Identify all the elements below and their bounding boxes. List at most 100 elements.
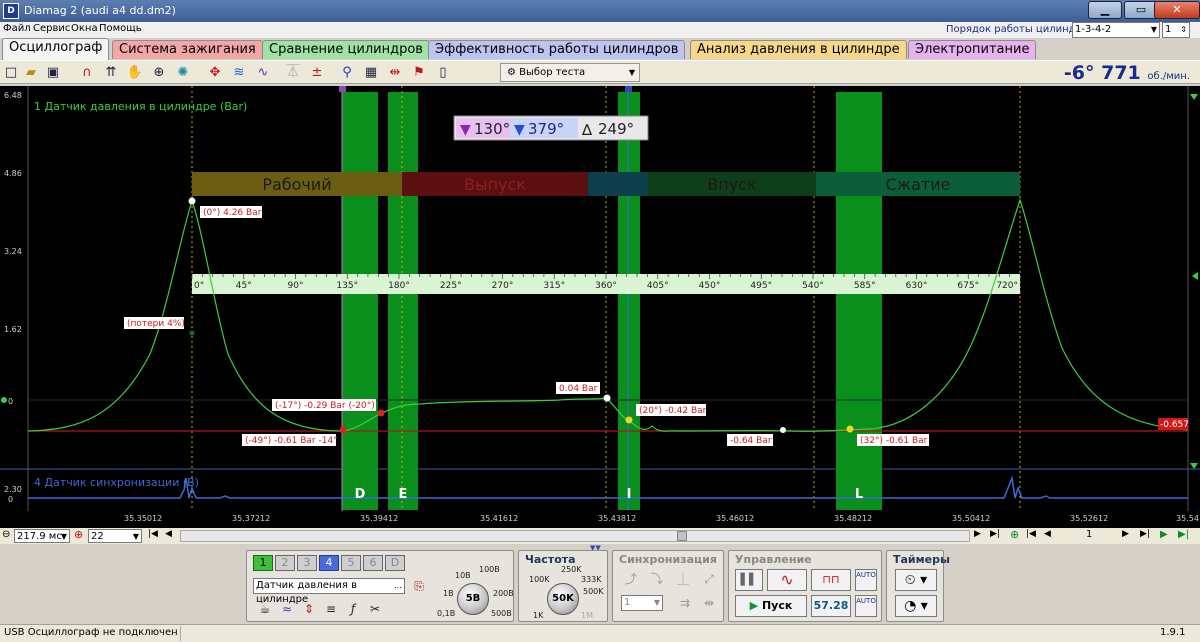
loss-point[interactable] (189, 330, 195, 336)
start-button[interactable]: ▶ Пуск (735, 595, 807, 617)
channel-1-button[interactable]: 1 (253, 555, 273, 571)
channel-3-button[interactable]: 3 (297, 555, 317, 571)
sync-edge-icon[interactable]: ⏊ (673, 569, 693, 589)
sync-channel-select[interactable]: 1 ▼ (621, 595, 663, 611)
page-first-icon[interactable]: |◀ (1026, 529, 1036, 539)
tab-oscilloscope[interactable]: Осциллограф (2, 38, 110, 60)
cylinder-order-select[interactable]: 1-3-4-2 ▼ (1072, 22, 1160, 38)
bottom-level-handle[interactable] (1190, 463, 1198, 469)
right-level-handle[interactable] (1192, 272, 1198, 280)
split-icon[interactable]: ⇹ (386, 64, 404, 82)
cursor-filter-icon[interactable]: ⚲ (338, 64, 356, 82)
sync-auto-icon[interactable]: ⤢ (699, 569, 719, 589)
cursor-icon[interactable]: ⇈ (102, 64, 120, 82)
channel-2-button[interactable]: 2 (275, 555, 295, 571)
pulse-mode-button[interactable]: ⊓⊓ (811, 569, 851, 591)
channel-6-button[interactable]: 6 (363, 555, 383, 571)
channel-4-button[interactable]: 4 (319, 555, 339, 571)
cylinder-spin[interactable]: 1 ⇕ (1162, 22, 1190, 38)
open-folder-icon[interactable]: ▰ (22, 64, 40, 82)
timebase-select[interactable]: 217.9 мс ▼ (14, 529, 70, 543)
tab-cylinder-compare[interactable]: Сравнение цилиндров (262, 40, 430, 59)
sync-shift-icon[interactable]: ⇹ (699, 593, 719, 613)
new-file-icon[interactable]: □ (2, 64, 20, 82)
scrollbar-thumb[interactable] (677, 531, 687, 541)
grid-icon[interactable]: ▦ (362, 64, 380, 82)
tools-icon[interactable]: ✂ (365, 599, 385, 619)
sensor-settings-icon[interactable]: ⎘ (409, 576, 429, 596)
top-level-handle[interactable] (1190, 94, 1198, 100)
point-p4[interactable] (625, 416, 633, 424)
channel-5-button[interactable]: 5 (341, 555, 361, 571)
play-icon[interactable]: ▶ (1160, 529, 1168, 540)
sensor-select[interactable]: Датчик давления в цилиндре … (253, 578, 405, 605)
page-last-icon[interactable]: ▶| (1140, 529, 1150, 539)
page-next-icon[interactable]: ▶ (1122, 529, 1129, 539)
invert-icon[interactable]: ≈ (277, 599, 297, 619)
zoom-out-icon[interactable]: ⊖ (2, 529, 10, 540)
sync-rise-icon[interactable]: ⤴ (621, 569, 641, 589)
close-button[interactable]: ✕ (1154, 1, 1200, 19)
auto-run-button[interactable]: AUTO (855, 595, 877, 617)
next-page-icon[interactable]: ▶ (974, 529, 981, 539)
probe-icon[interactable]: ∩ (78, 64, 96, 82)
cap-icon[interactable]: ☕ (255, 599, 275, 619)
hand-icon[interactable]: ✋ (126, 64, 144, 82)
prev-page-icon[interactable]: ◀ (165, 529, 172, 539)
oscilloscope-display[interactable]: Рабочий Выпуск Впуск Сжатие 0° 45° 90° 135°… (0, 86, 1200, 511)
zero-icon[interactable]: ± (308, 64, 326, 82)
cursor-1-handle[interactable] (339, 86, 346, 92)
page-prev-icon[interactable]: ◀ (1044, 529, 1051, 539)
point-p2[interactable] (339, 426, 347, 434)
point-p3[interactable] (603, 394, 611, 402)
overlay-icon[interactable]: ∿ (254, 64, 272, 82)
flag-icon[interactable]: ⚑ (410, 64, 428, 82)
filter-icon[interactable]: ✺ (174, 64, 192, 82)
zoom-icon[interactable]: ⊕ (150, 64, 168, 82)
last-page-icon[interactable]: ▶| (990, 529, 1000, 539)
volt-scale-knob[interactable]: 5В (457, 583, 489, 615)
zoom-select[interactable]: 22 ▼ (88, 529, 142, 543)
channel-1-offset-handle[interactable] (1, 397, 7, 403)
cursor-2-handle[interactable] (625, 86, 632, 92)
sync-level-icon[interactable]: ⇉ (675, 593, 695, 613)
timer-2-button[interactable]: ◔ ▾ (895, 595, 937, 617)
tab-power-supply[interactable]: Электропитание (908, 40, 1037, 59)
menu-windows[interactable]: Окна (71, 23, 98, 34)
zoom-in-icon[interactable]: ⊕ (74, 528, 83, 541)
y-label-4-86: 4.86 (4, 169, 22, 178)
function-icon[interactable]: ƒ (343, 599, 363, 619)
menu-file[interactable]: Файл (3, 23, 31, 34)
maximize-button[interactable]: ▭ (1124, 1, 1158, 19)
pause-button[interactable]: ▌▌ (735, 569, 763, 591)
test-select[interactable]: ⚙ Выбор теста ▼ (500, 63, 640, 82)
point-p6[interactable] (846, 425, 854, 433)
sine-mode-button[interactable]: ∿ (767, 569, 807, 591)
peak-point[interactable] (188, 197, 196, 205)
add-page-icon[interactable]: ⊕ (1010, 528, 1019, 541)
minimize-button[interactable]: ▁ (1088, 1, 1122, 19)
channel-d-button[interactable]: D (385, 555, 405, 571)
wave-icon[interactable]: ≋ (230, 64, 248, 82)
vertical-scale-icon[interactable]: ⇕ (299, 599, 319, 619)
timer-1-button[interactable]: ⏲ ▾ (895, 569, 937, 591)
point-p5[interactable] (780, 427, 786, 433)
tab-ignition[interactable]: Система зажигания (112, 40, 263, 59)
first-page-icon[interactable]: |◀ (148, 529, 158, 539)
document-icon[interactable]: ▯ (434, 64, 452, 82)
trigger-icon[interactable]: ⏄ (284, 64, 302, 82)
play-end-icon[interactable]: ▶| (1178, 529, 1189, 540)
save-icon[interactable]: ▣ (44, 64, 62, 82)
menu-service[interactable]: Сервис (33, 23, 70, 34)
point-p1[interactable] (377, 409, 385, 417)
horizontal-scrollbar[interactable] (180, 530, 970, 542)
tab-cylinder-efficiency[interactable]: Эффективность работы цилиндров (428, 40, 686, 59)
lines-icon[interactable]: ≡ (321, 599, 341, 619)
tab-pressure-analysis[interactable]: Анализ давления в цилиндре (690, 40, 907, 59)
marker-icon[interactable]: ✥ (206, 64, 224, 82)
frequency-knob[interactable]: 50K (547, 583, 579, 615)
time-tick-35-39412: 35.39412 (360, 514, 399, 523)
menu-help[interactable]: Помощь (99, 23, 142, 34)
sync-fall-icon[interactable]: ⤵ (647, 569, 667, 589)
auto-button[interactable]: AUTO (855, 569, 877, 591)
